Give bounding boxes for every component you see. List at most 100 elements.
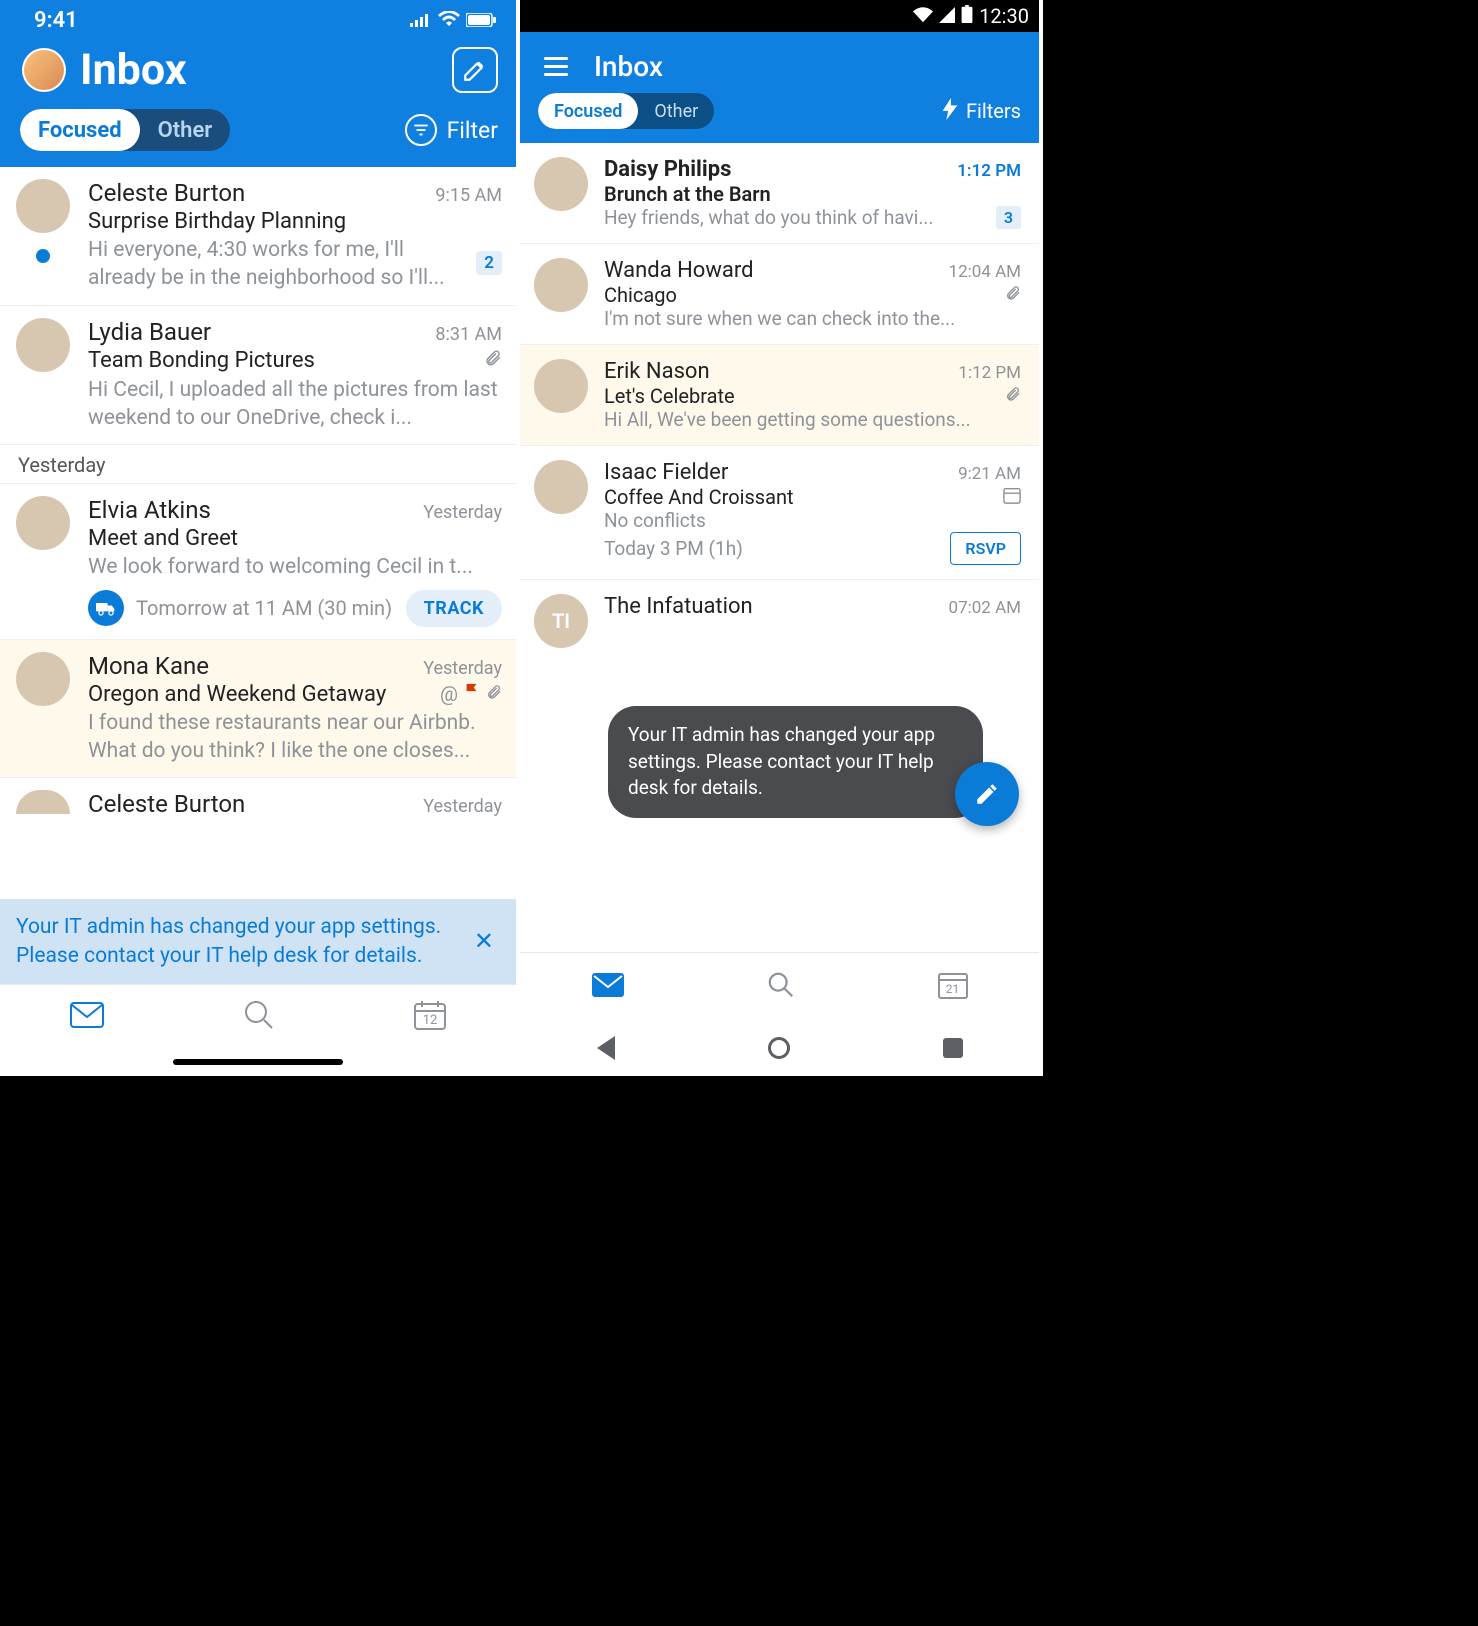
back-button[interactable] xyxy=(597,1036,615,1060)
page-title: Inbox xyxy=(80,45,438,95)
count-badge: 2 xyxy=(476,251,502,275)
menu-button[interactable] xyxy=(544,57,568,76)
android-header: Inbox Focused Other Filters xyxy=(520,32,1039,143)
sender: Erik Nason xyxy=(604,359,710,384)
sender: Isaac Fielder xyxy=(604,460,728,485)
filter-icon xyxy=(405,114,437,146)
appointment-text: Tomorrow at 11 AM (30 min) xyxy=(136,596,392,620)
attachment-icon xyxy=(486,682,502,707)
subject: Coffee And Croissant xyxy=(604,485,794,509)
cellular-icon xyxy=(410,8,432,33)
status-time: 12:30 xyxy=(979,4,1029,28)
sender: The Infatuation xyxy=(604,594,753,619)
avatar: TI xyxy=(534,594,588,648)
flag-icon xyxy=(464,682,480,707)
message-item[interactable]: Mona Kane Yesterday Oregon and Weekend G… xyxy=(0,640,516,779)
time: 1:12 PM xyxy=(958,363,1021,383)
nav-mail[interactable] xyxy=(592,973,624,1001)
avatar xyxy=(534,258,588,312)
preview: I'm not sure when we can check into the.… xyxy=(604,307,1021,330)
sender: Elvia Atkins xyxy=(88,496,211,524)
inbox-tabs: Focused Other xyxy=(20,109,230,151)
subject: Surprise Birthday Planning xyxy=(88,209,502,234)
filters-button[interactable]: Filters xyxy=(942,98,1021,125)
message-list[interactable]: Daisy Philips 1:12 PM Brunch at the Barn… xyxy=(520,143,1039,952)
mention-icon: @ xyxy=(440,682,458,706)
attachment-icon xyxy=(1005,283,1021,307)
avatar xyxy=(16,652,70,706)
inbox-tabs: Focused Other xyxy=(538,93,714,129)
time: Yesterday xyxy=(423,658,502,679)
nav-mail[interactable] xyxy=(70,1002,104,1032)
message-item[interactable]: Lydia Bauer 8:31 AM Team Bonding Picture… xyxy=(0,306,516,446)
wifi-icon xyxy=(913,4,933,28)
avatar xyxy=(534,460,588,514)
avatar xyxy=(16,318,70,372)
attachment-icon xyxy=(484,348,502,374)
filters-label: Filters xyxy=(966,99,1021,123)
ios-outlook-screen: 9:41 Inbox xyxy=(0,0,520,1076)
message-item[interactable]: TI The Infatuation 07:02 AM xyxy=(520,580,1039,662)
message-item[interactable]: Celeste Burton Yesterday xyxy=(0,778,516,830)
android-outlook-screen: 12:30 Inbox Focused Other xyxy=(520,0,1039,1076)
preview: We look forward to welcoming Cecil in t.… xyxy=(88,553,502,581)
time: 8:31 AM xyxy=(435,324,502,345)
time: 9:21 AM xyxy=(958,464,1021,484)
admin-banner: Your IT admin has changed your app setti… xyxy=(0,899,516,984)
unread-indicator xyxy=(36,249,50,263)
account-avatar[interactable] xyxy=(22,48,66,92)
filter-button[interactable]: Filter xyxy=(405,114,498,146)
battery-icon xyxy=(466,8,496,33)
bottom-nav: 12 xyxy=(0,984,516,1048)
bottom-nav: 21 xyxy=(520,952,1039,1020)
home-indicator xyxy=(0,1048,516,1076)
time: 9:15 AM xyxy=(435,185,502,206)
delivery-icon xyxy=(88,590,124,626)
sender: Celeste Burton xyxy=(88,179,245,207)
avatar xyxy=(16,496,70,550)
message-item[interactable]: Daisy Philips 1:12 PM Brunch at the Barn… xyxy=(520,143,1039,244)
track-button[interactable]: TRACK xyxy=(406,590,502,627)
tab-focused[interactable]: Focused xyxy=(20,109,140,151)
android-system-nav xyxy=(520,1020,1039,1076)
preview: Hi Cecil, I uploaded all the pictures fr… xyxy=(88,376,502,433)
admin-toast: Your IT admin has changed your app setti… xyxy=(608,706,983,818)
tab-other[interactable]: Other xyxy=(638,93,714,129)
lightning-icon xyxy=(942,98,958,125)
home-button[interactable] xyxy=(768,1037,790,1059)
nav-search[interactable] xyxy=(244,1000,274,1034)
time: 1:12 PM xyxy=(957,161,1021,181)
compose-fab[interactable] xyxy=(955,762,1019,826)
banner-text: Your IT admin has changed your app setti… xyxy=(16,913,454,970)
message-item[interactable]: Celeste Burton 9:15 AM Surprise Birthday… xyxy=(0,167,516,306)
preview: Hi All, We've been getting some question… xyxy=(604,408,1021,431)
tab-other[interactable]: Other xyxy=(140,109,231,151)
nav-calendar[interactable]: 21 xyxy=(938,971,968,1003)
message-item[interactable]: Elvia Atkins Yesterday Meet and Greet We… xyxy=(0,484,516,639)
message-item[interactable]: Wanda Howard 12:04 AM Chicago I'm not su… xyxy=(520,244,1039,345)
status-time: 9:41 xyxy=(34,8,78,33)
compose-button[interactable] xyxy=(452,47,498,93)
subject: Oregon and Weekend Getaway xyxy=(88,682,386,707)
nav-calendar[interactable]: 12 xyxy=(414,1000,446,1034)
android-status-bar: 12:30 xyxy=(520,0,1039,32)
sender: Wanda Howard xyxy=(604,258,754,283)
preview: Hi everyone, 4:30 works for me, I'll alr… xyxy=(88,236,468,293)
rsvp-button[interactable]: RSVP xyxy=(950,532,1021,565)
time: Yesterday xyxy=(423,796,502,817)
calendar-day: 12 xyxy=(414,1013,446,1028)
subject: Brunch at the Barn xyxy=(604,182,1021,206)
message-item[interactable]: Isaac Fielder 9:21 AM Coffee And Croissa… xyxy=(520,446,1039,580)
close-icon[interactable]: ✕ xyxy=(468,925,500,957)
sender: Celeste Burton xyxy=(88,790,245,818)
nav-search[interactable] xyxy=(767,971,795,1003)
page-title: Inbox xyxy=(594,50,663,83)
message-item[interactable]: Erik Nason 1:12 PM Let's Celebrate Hi Al… xyxy=(520,345,1039,446)
preview: Hey friends, what do you think of havi..… xyxy=(604,206,933,229)
time: 07:02 AM xyxy=(949,598,1021,618)
cellular-icon xyxy=(939,4,955,28)
message-list[interactable]: Celeste Burton 9:15 AM Surprise Birthday… xyxy=(0,167,516,899)
tab-focused[interactable]: Focused xyxy=(538,93,638,129)
appointment-text: Today 3 PM (1h) xyxy=(604,537,743,560)
recents-button[interactable] xyxy=(943,1038,963,1058)
